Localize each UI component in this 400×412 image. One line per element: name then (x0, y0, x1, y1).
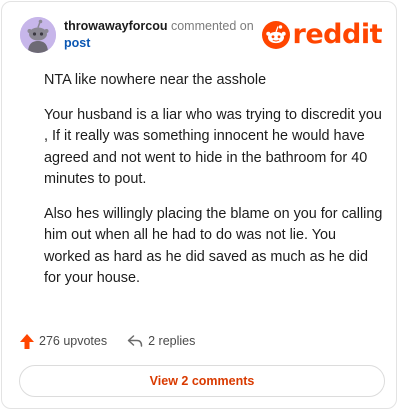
comment-body: NTA like nowhere near the asshole Your h… (44, 70, 384, 303)
view-comments-button[interactable]: View 2 comments (19, 365, 385, 397)
upvote-count: 276 upvotes (39, 334, 108, 348)
username-link[interactable]: throwawayforcou (64, 19, 168, 33)
snoo-avatar-icon (20, 17, 56, 53)
reddit-wordmark: reddit (292, 19, 383, 50)
comment-card: throwawayforcou commented on post reddit… (1, 1, 397, 409)
upvote-button[interactable]: 276 upvotes (20, 333, 108, 349)
comment-header: throwawayforcou commented on post reddit (20, 17, 383, 57)
avatar[interactable] (20, 17, 56, 53)
comment-paragraph: Also hes willingly placing the blame on … (44, 205, 383, 287)
upvote-arrow-icon (20, 333, 34, 349)
reply-button[interactable]: 2 replies (127, 334, 195, 348)
post-link[interactable]: post (64, 36, 90, 50)
commented-on-text: commented on (170, 19, 254, 33)
reply-count: 2 replies (148, 334, 196, 348)
comment-meta: throwawayforcou commented on post (64, 18, 274, 52)
reddit-logo[interactable]: reddit (261, 19, 383, 50)
reply-arrow-icon (127, 335, 143, 347)
comment-paragraph: Your husband is a liar who was trying to… (44, 106, 382, 188)
comment-actions: 276 upvotes 2 replies (20, 331, 215, 351)
comment-paragraph: NTA like nowhere near the asshole (44, 72, 267, 88)
view-comments-label: View 2 comments (149, 374, 255, 388)
reddit-snoo-icon (261, 21, 290, 49)
